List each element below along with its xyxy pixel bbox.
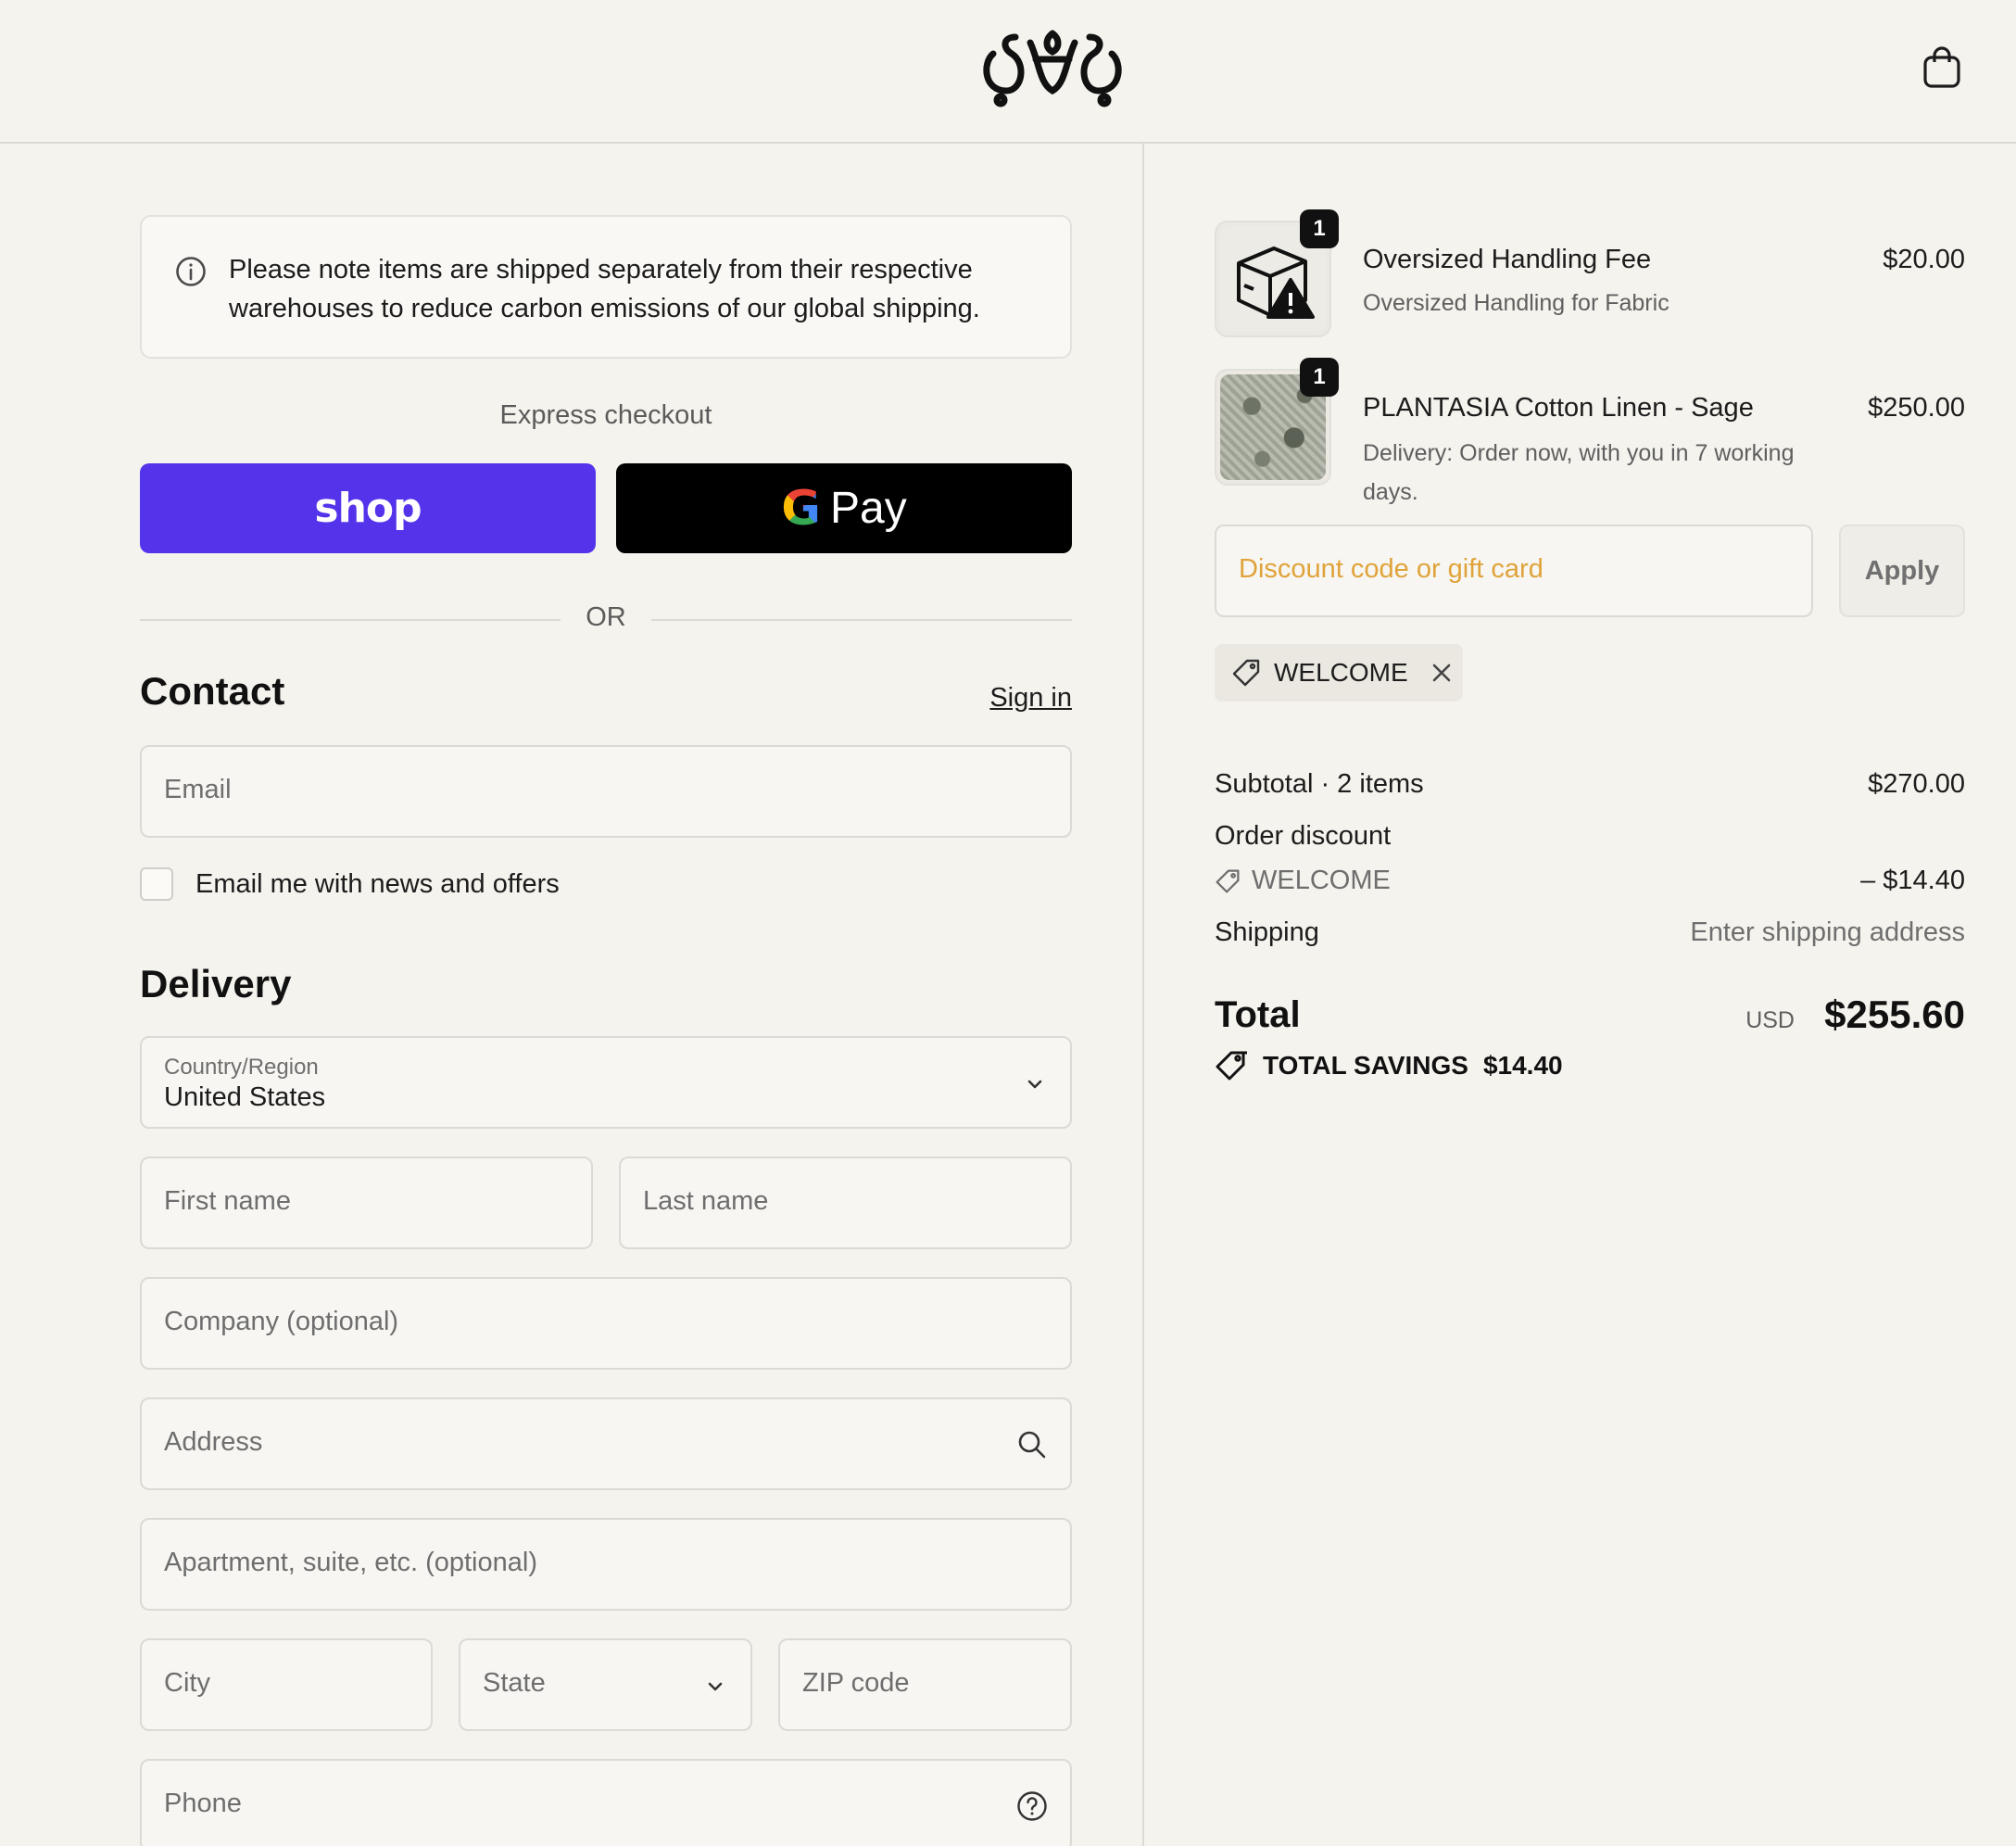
newsletter-label: Email me with news and offers: [195, 868, 560, 899]
newsletter-checkbox[interactable]: [140, 867, 173, 901]
product-thumbnail: 1: [1215, 209, 1339, 337]
cart-button[interactable]: [1918, 42, 1966, 94]
item-price: $250.00: [1868, 393, 1965, 423]
zip-code-field[interactable]: ZIP code: [778, 1638, 1072, 1731]
apply-label: Apply: [1864, 555, 1940, 586]
state-placeholder: State: [483, 1668, 546, 1698]
subtotal-label: Subtotal · 2 items: [1215, 769, 1424, 799]
google-g-icon: G: [781, 480, 821, 537]
chevron-down-icon: [708, 1682, 723, 1691]
item-name: Oversized Handling Fee: [1363, 245, 1652, 274]
discount-placeholder: Discount code or gift card: [1239, 554, 1544, 584]
google-pay-button[interactable]: G Pay: [616, 463, 1072, 553]
tag-icon: [1216, 868, 1240, 893]
item-subtitle: Delivery: Order now, with you in 7 worki…: [1363, 440, 1795, 505]
shipping-row: Shipping Enter shipping address: [1215, 917, 1965, 955]
email-placeholder: Email: [164, 775, 232, 804]
total-value: $255.60: [1824, 993, 1965, 1036]
subtotal-row: Subtotal · 2 items $270.00: [1215, 769, 1965, 806]
line-item: 1 PLANTASIA Cotton Linen - Sage Delivery…: [1215, 358, 1965, 505]
shop-pay-label: shop: [314, 485, 422, 532]
shipping-label: Shipping: [1215, 917, 1319, 947]
city-placeholder: City: [164, 1668, 210, 1698]
applied-discount-chip: WELCOME: [1215, 644, 1463, 702]
divider-line: [140, 619, 561, 621]
first-name-field[interactable]: First name: [140, 1157, 593, 1249]
discount-value: – $14.40: [1860, 866, 1965, 895]
last-name-placeholder: Last name: [643, 1186, 769, 1216]
remove-discount-button[interactable]: [1429, 660, 1455, 686]
country-label: Country/Region: [164, 1055, 319, 1080]
savings-label: TOTAL SAVINGS: [1263, 1051, 1468, 1080]
address-field[interactable]: Address: [140, 1397, 1072, 1490]
last-name-field[interactable]: Last name: [619, 1157, 1072, 1249]
quantity-badge: 1: [1300, 209, 1339, 248]
total-label: Total: [1215, 994, 1301, 1035]
discount-code-label: WELCOME: [1252, 866, 1391, 895]
savings-value: $14.40: [1482, 1051, 1563, 1080]
apartment-placeholder: Apartment, suite, etc. (optional): [164, 1548, 537, 1577]
subtotal-value: $270.00: [1868, 769, 1965, 799]
or-divider: OR: [140, 602, 1072, 639]
line-item: 1 Oversized Handling Fee Oversized Handl…: [1215, 209, 1965, 341]
apply-discount-button[interactable]: Apply: [1839, 525, 1965, 617]
sign-in-link[interactable]: Sign in: [989, 683, 1072, 714]
order-discount-row: Order discount: [1215, 821, 1965, 858]
site-header: [0, 0, 2016, 144]
discount-code-input[interactable]: Discount code or gift card: [1215, 525, 1813, 617]
first-name-placeholder: First name: [164, 1186, 291, 1216]
shipping-notice: Please note items are shipped separately…: [140, 215, 1072, 359]
country-value: United States: [164, 1082, 326, 1112]
brand-logo[interactable]: [975, 26, 1130, 109]
total-currency: USD: [1745, 1007, 1795, 1033]
item-subtitle: Oversized Handling for Fabric: [1363, 290, 1670, 316]
quantity-badge: 1: [1300, 358, 1339, 397]
company-placeholder: Company (optional): [164, 1307, 399, 1336]
city-field[interactable]: City: [140, 1638, 433, 1731]
item-name: PLANTASIA Cotton Linen - Sage: [1363, 393, 1754, 423]
savings-tag-icon: [1216, 1051, 1247, 1081]
state-select[interactable]: State: [459, 1638, 752, 1731]
column-divider: [1142, 144, 1144, 1846]
apartment-field[interactable]: Apartment, suite, etc. (optional): [140, 1518, 1072, 1611]
phone-placeholder: Phone: [164, 1789, 242, 1818]
delivery-title: Delivery: [140, 962, 292, 1005]
newsletter-option[interactable]: Email me with news and offers: [140, 866, 560, 903]
shopping-bag-icon: [1923, 46, 1960, 88]
close-icon: [1432, 664, 1450, 682]
chevron-down-icon: [1027, 1080, 1042, 1089]
item-price: $20.00: [1883, 245, 1965, 274]
total-row: Total USD $255.60: [1215, 989, 1965, 1044]
zip-placeholder: ZIP code: [802, 1668, 910, 1698]
contact-title: Contact: [140, 669, 285, 713]
shipping-value: Enter shipping address: [1690, 917, 1965, 947]
order-discount-label: Order discount: [1215, 821, 1392, 851]
discount-detail-row: WELCOME – $14.40: [1215, 866, 1965, 903]
product-thumbnail: 1: [1215, 358, 1339, 486]
info-icon: [176, 257, 206, 286]
country-select[interactable]: Country/Region United States: [140, 1036, 1072, 1129]
company-field[interactable]: Company (optional): [140, 1277, 1072, 1370]
notice-text: Please note items are shipped separately…: [229, 255, 980, 323]
or-label: OR: [586, 602, 626, 632]
shop-pay-button[interactable]: shop: [140, 463, 596, 553]
tag-icon: [1232, 659, 1260, 687]
email-field[interactable]: Email: [140, 745, 1072, 838]
search-icon[interactable]: [1016, 1429, 1048, 1460]
applied-code: WELCOME: [1274, 658, 1408, 687]
express-checkout-label: Express checkout: [499, 400, 712, 430]
divider-line: [651, 619, 1072, 621]
google-pay-label: Pay: [829, 484, 907, 533]
phone-field[interactable]: Phone: [140, 1759, 1072, 1846]
total-savings-row: TOTAL SAVINGS $14.40: [1215, 1049, 1563, 1082]
address-placeholder: Address: [164, 1427, 263, 1457]
help-icon[interactable]: [1016, 1790, 1048, 1822]
